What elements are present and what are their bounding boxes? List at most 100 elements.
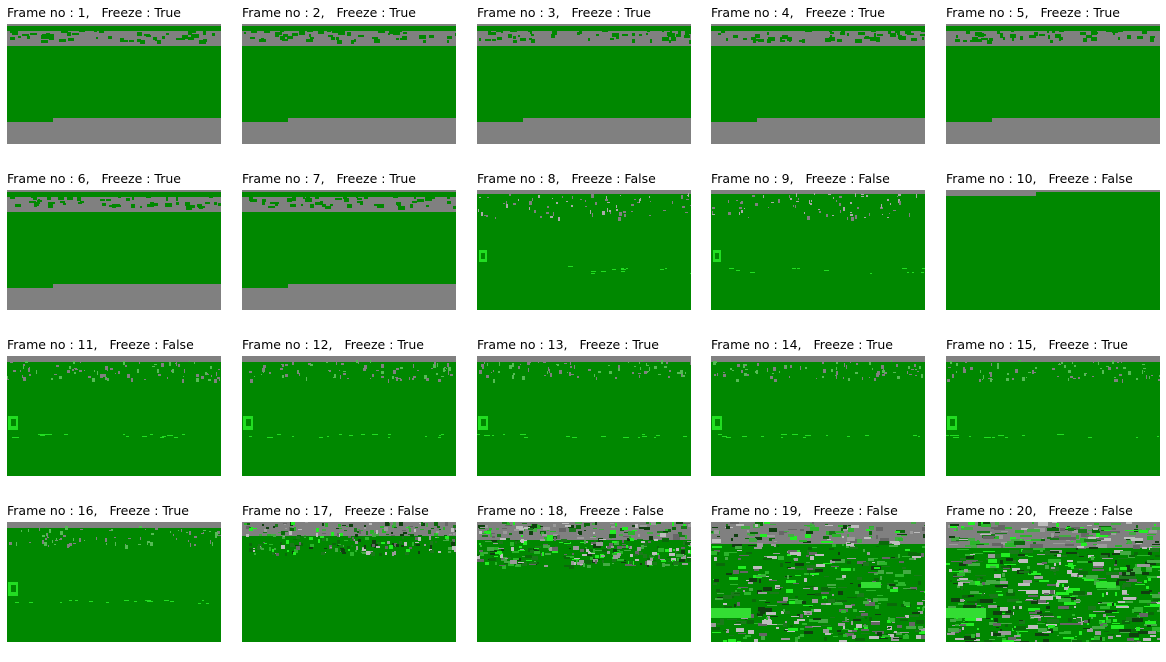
frame-title: Frame no : 15, Freeze : True xyxy=(946,337,1128,352)
frame-image xyxy=(946,190,1160,310)
frame-title: Frame no : 12, Freeze : True xyxy=(242,337,424,352)
frame-panel: Frame no : 14, Freeze : True xyxy=(711,336,925,496)
frame-grid: Frame no : 1, Freeze : True Frame no : 2,… xyxy=(0,0,1166,647)
background xyxy=(477,190,691,310)
frame-panel: Frame no : 16, Freeze : True xyxy=(7,502,221,662)
frame-title: Frame no : 14, Freeze : True xyxy=(711,337,893,352)
frame-panel: Frame no : 13, Freeze : True xyxy=(477,336,691,496)
frame-image-canvas xyxy=(711,356,925,476)
frame-title: Frame no : 11, Freeze : False xyxy=(7,337,194,352)
bottom-band-right xyxy=(992,118,1160,144)
bottom-band-right xyxy=(53,284,221,310)
background xyxy=(946,356,1160,476)
bottom-band-left xyxy=(7,122,53,144)
frame-title: Frame no : 5, Freeze : True xyxy=(946,5,1120,20)
frame-image xyxy=(242,356,456,476)
frame-panel: Frame no : 9, Freeze : False xyxy=(711,170,925,330)
frame-image xyxy=(242,24,456,144)
frame-panel: Frame no : 17, Freeze : False xyxy=(242,502,456,662)
frame-image-canvas xyxy=(7,356,221,476)
frame-image-canvas xyxy=(477,190,691,310)
frame-image xyxy=(7,356,221,476)
frame-panel: Frame no : 3, Freeze : True xyxy=(477,4,691,164)
frame-panel: Frame no : 15, Freeze : True xyxy=(946,336,1160,496)
frame-title: Frame no : 10, Freeze : False xyxy=(946,171,1133,186)
frame-title: Frame no : 19, Freeze : False xyxy=(711,503,898,518)
frame-image xyxy=(242,190,456,310)
bottom-band-left xyxy=(946,122,992,144)
frame-image xyxy=(946,522,1160,642)
frame-image-canvas xyxy=(711,24,925,144)
frame-image-canvas xyxy=(711,190,925,310)
background xyxy=(711,190,925,310)
frame-image xyxy=(7,522,221,642)
background xyxy=(946,190,1160,310)
frame-image-canvas xyxy=(242,24,456,144)
frame-panel: Frame no : 6, Freeze : True xyxy=(7,170,221,330)
frame-image-canvas xyxy=(946,356,1160,476)
frame-image-canvas xyxy=(242,522,456,642)
background xyxy=(711,356,925,476)
frame-panel: Frame no : 8, Freeze : False xyxy=(477,170,691,330)
frame-title: Frame no : 1, Freeze : True xyxy=(7,5,181,20)
bottom-band-left xyxy=(7,288,53,310)
frame-panel: Frame no : 5, Freeze : True xyxy=(946,4,1160,164)
frame-panel: Frame no : 4, Freeze : True xyxy=(711,4,925,164)
bottom-band-right xyxy=(53,118,221,144)
frame-title: Frame no : 7, Freeze : True xyxy=(242,171,416,186)
bottom-band-left xyxy=(711,122,757,144)
frame-image xyxy=(477,190,691,310)
background xyxy=(242,522,456,642)
frame-image xyxy=(7,190,221,310)
frame-title: Frame no : 17, Freeze : False xyxy=(242,503,429,518)
bottom-band-left xyxy=(477,122,523,144)
bottom-band-left xyxy=(242,288,288,310)
bottom-band-right xyxy=(288,118,456,144)
bottom-band-right xyxy=(523,118,691,144)
frame-panel: Frame no : 1, Freeze : True xyxy=(7,4,221,164)
frame-image-canvas xyxy=(477,356,691,476)
frame-image-canvas xyxy=(477,522,691,642)
frame-image xyxy=(946,24,1160,144)
frame-panel: Frame no : 10, Freeze : False xyxy=(946,170,1160,330)
frame-title: Frame no : 20, Freeze : False xyxy=(946,503,1133,518)
frame-image-canvas xyxy=(7,24,221,144)
bottom-band-left xyxy=(242,122,288,144)
frame-title: Frame no : 16, Freeze : True xyxy=(7,503,189,518)
frame-image xyxy=(711,356,925,476)
bottom-band-right xyxy=(288,284,456,310)
frame-image xyxy=(477,522,691,642)
frame-image-canvas xyxy=(477,24,691,144)
frame-image-canvas xyxy=(7,190,221,310)
frame-image xyxy=(711,522,925,642)
frame-image xyxy=(711,190,925,310)
frame-panel: Frame no : 20, Freeze : False xyxy=(946,502,1160,662)
frame-title: Frame no : 8, Freeze : False xyxy=(477,171,656,186)
frame-panel: Frame no : 7, Freeze : True xyxy=(242,170,456,330)
frame-image-canvas xyxy=(946,522,1160,642)
frame-image-canvas xyxy=(946,24,1160,144)
frame-image xyxy=(477,24,691,144)
frame-title: Frame no : 4, Freeze : True xyxy=(711,5,885,20)
frame-image-canvas xyxy=(946,190,1160,310)
frame-title: Frame no : 3, Freeze : True xyxy=(477,5,651,20)
frame-panel: Frame no : 18, Freeze : False xyxy=(477,502,691,662)
bottom-band-right xyxy=(757,118,925,144)
background xyxy=(7,356,221,476)
frame-image xyxy=(946,356,1160,476)
frame-panel: Frame no : 2, Freeze : True xyxy=(242,4,456,164)
frame-title: Frame no : 6, Freeze : True xyxy=(7,171,181,186)
frame-image xyxy=(7,24,221,144)
frame-panel: Frame no : 12, Freeze : True xyxy=(242,336,456,496)
frame-image-canvas xyxy=(711,522,925,642)
frame-panel: Frame no : 19, Freeze : False xyxy=(711,502,925,662)
background xyxy=(242,356,456,476)
frame-image xyxy=(711,24,925,144)
frame-title: Frame no : 9, Freeze : False xyxy=(711,171,890,186)
frame-image-canvas xyxy=(242,190,456,310)
frame-title: Frame no : 13, Freeze : True xyxy=(477,337,659,352)
frame-image xyxy=(242,522,456,642)
frame-title: Frame no : 18, Freeze : False xyxy=(477,503,664,518)
frame-image-canvas xyxy=(242,356,456,476)
frame-panel: Frame no : 11, Freeze : False xyxy=(7,336,221,496)
